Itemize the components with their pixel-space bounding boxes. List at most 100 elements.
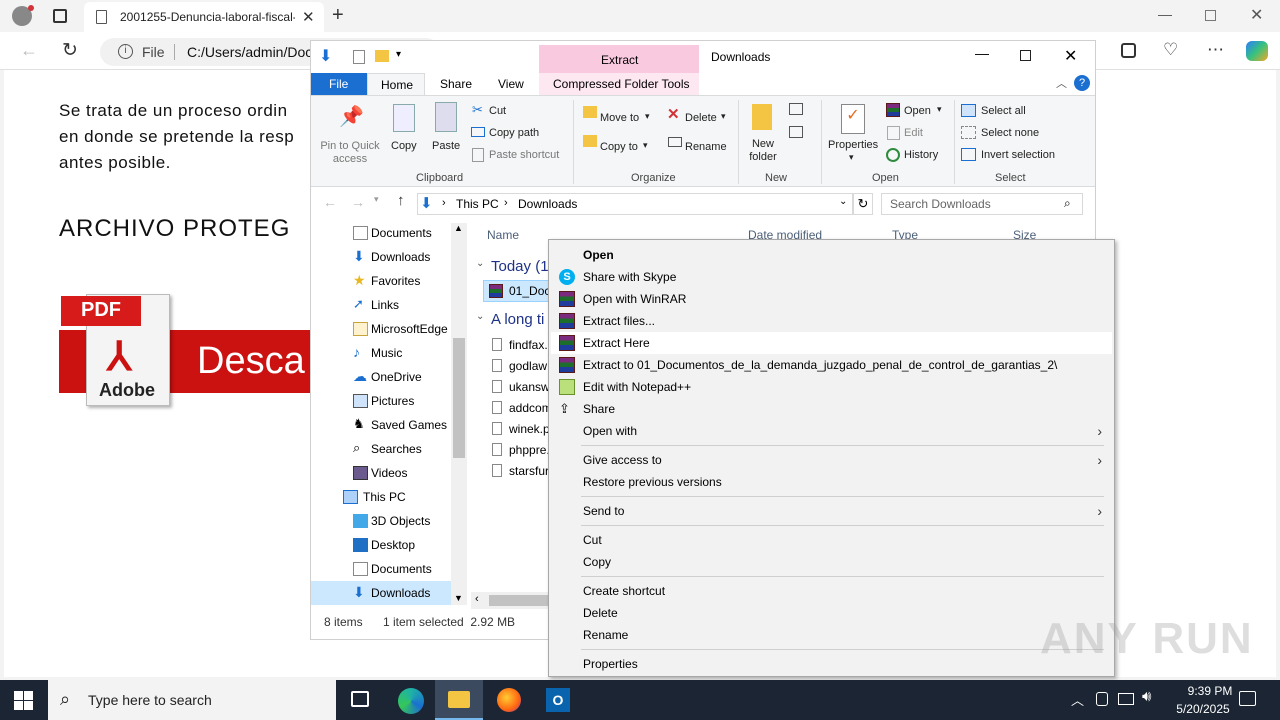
group-today[interactable]: Today (1 (491, 258, 549, 275)
search-downloads-input[interactable]: Search Downloads ⌕ (881, 193, 1083, 215)
group-collapse-icon[interactable]: ⌄ (476, 258, 484, 269)
path-dropdown-icon[interactable]: ⌄ (839, 196, 847, 207)
refresh-icon[interactable]: ↻ (62, 39, 78, 62)
menu-item-open-with[interactable]: Open with › (551, 420, 1112, 442)
nav-item-favorites[interactable]: ★ Favorites (311, 269, 451, 293)
menu-item-copy[interactable]: Copy (551, 551, 1112, 573)
file-row[interactable]: ukansw (489, 377, 550, 398)
close-tab-icon[interactable]: ✕ (302, 8, 315, 26)
menu-item-share-with-skype[interactable]: S Share with Skype (551, 266, 1112, 288)
nav-item-documents[interactable]: Documents (311, 221, 451, 245)
more-options-icon[interactable]: ⋯ (1207, 40, 1224, 60)
select-all-button[interactable]: Select all (981, 105, 1026, 117)
menu-item-open-with-winrar[interactable]: Open with WinRAR (551, 288, 1112, 310)
cut-button[interactable]: Cut (489, 105, 506, 117)
ribbon-collapse-icon[interactable]: ︿ (1056, 75, 1067, 91)
menu-item-rename[interactable]: Rename (551, 624, 1112, 646)
explorer-minimize-icon[interactable]: — (975, 45, 989, 61)
file-row[interactable]: phppre. (489, 440, 550, 461)
properties-dropdown-icon[interactable]: ▾ (849, 152, 854, 163)
nav-item-links[interactable]: ➚ Links (311, 293, 451, 317)
nav-item-microsoftedge[interactable]: MicrosoftEdge (311, 317, 451, 341)
taskbar-search-box[interactable]: ⌕ Type here to search (48, 680, 336, 720)
tab-file[interactable]: File (311, 73, 367, 95)
nav-item-downloads-pc[interactable]: ⬇ Downloads (311, 581, 451, 605)
file-row[interactable]: addcom (489, 398, 552, 419)
scroll-thumb[interactable] (453, 338, 465, 458)
help-icon[interactable]: ? (1074, 75, 1090, 91)
firefox-taskbar-icon[interactable] (497, 688, 521, 712)
paste-button[interactable]: Paste (432, 140, 460, 152)
copy-button[interactable]: Copy (391, 140, 417, 152)
new-tab-icon[interactable]: + (332, 4, 344, 27)
nav-scrollbar[interactable]: ▲ ▼ (451, 223, 467, 605)
open-button[interactable]: Open (904, 105, 931, 117)
edit-button[interactable]: Edit (904, 127, 923, 139)
path-refresh-icon[interactable]: ↻ (853, 193, 873, 215)
task-view-icon[interactable] (351, 691, 369, 707)
menu-item-open[interactable]: Open (551, 244, 1112, 266)
menu-item-create-shortcut[interactable]: Create shortcut (551, 580, 1112, 602)
menu-item-restore-previous-versions[interactable]: Restore previous versions (551, 471, 1112, 493)
close-window-icon[interactable]: ✕ (1250, 5, 1263, 25)
file-row[interactable]: starsfur (489, 461, 549, 482)
move-to-dropdown-icon[interactable]: ▾ (645, 111, 650, 122)
menu-item-extract-files[interactable]: Extract files... (551, 310, 1112, 332)
open-dropdown-icon[interactable]: ▾ (937, 104, 942, 115)
collections-icon[interactable] (1121, 43, 1136, 58)
explorer-close-icon[interactable]: ✕ (1064, 46, 1077, 66)
network-icon[interactable] (1118, 693, 1134, 705)
select-none-button[interactable]: Select none (981, 127, 1039, 139)
back-icon[interactable]: ← (323, 194, 337, 210)
menu-item-properties[interactable]: Properties (551, 653, 1112, 675)
menu-item-edit-with-notepad[interactable]: Edit with Notepad++ (551, 376, 1112, 398)
copy-to-dropdown-icon[interactable]: ▾ (643, 140, 648, 151)
properties-qat-icon[interactable] (353, 50, 365, 64)
copy-path-button[interactable]: Copy path (489, 127, 539, 139)
restore-icon[interactable] (1205, 10, 1216, 21)
edge-taskbar-icon[interactable] (398, 688, 424, 714)
new-item-icon[interactable] (789, 103, 803, 115)
tab-compressed-folder-tools[interactable]: Compressed Folder Tools (539, 73, 699, 95)
qat-dropdown-icon[interactable]: ▾ (396, 49, 401, 60)
new-folder-button[interactable]: New folder (749, 138, 777, 164)
column-name[interactable]: Name (487, 228, 519, 242)
start-button[interactable] (14, 691, 33, 710)
folder-qat-icon[interactable] (375, 50, 389, 62)
file-row-selected[interactable]: 01_Doc (483, 280, 550, 302)
pdf-download-banner[interactable]: PDF ⅄ Adobe Desca (59, 290, 310, 406)
file-row[interactable]: winek.p (489, 419, 550, 440)
menu-item-extract-to[interactable]: Extract to 01_Documentos_de_la_demanda_j… (551, 354, 1112, 376)
address-path-bar[interactable]: ⬇ › This PC › Downloads ⌄ (417, 193, 853, 215)
nav-item-downloads[interactable]: ⬇ Downloads (311, 245, 451, 269)
scroll-left-icon[interactable]: ‹ (475, 593, 479, 605)
menu-item-delete[interactable]: Delete (551, 602, 1112, 624)
copilot-icon[interactable] (1246, 41, 1268, 61)
back-icon[interactable]: ← (20, 40, 38, 61)
history-button[interactable]: History (904, 149, 938, 161)
path-downloads[interactable]: Downloads (518, 197, 577, 211)
rename-button[interactable]: Rename (685, 141, 727, 153)
notifications-icon[interactable] (1239, 691, 1256, 706)
browser-essentials-icon[interactable]: ♡ (1163, 40, 1178, 60)
file-explorer-taskbar-button[interactable] (435, 680, 483, 720)
recent-locations-icon[interactable]: ▾ (374, 194, 379, 205)
minimize-icon[interactable]: — (1158, 6, 1172, 22)
menu-item-give-access-to[interactable]: Give access to › (551, 449, 1112, 471)
file-row[interactable]: godlaw (489, 356, 549, 377)
nav-item-searches[interactable]: ⌕ Searches (311, 437, 451, 461)
nav-item-music[interactable]: ♪ Music (311, 341, 451, 365)
menu-item-share[interactable]: ⇪ Share (551, 398, 1112, 420)
menu-item-send-to[interactable]: Send to › (551, 500, 1112, 522)
explorer-maximize-icon[interactable] (1020, 50, 1031, 61)
invert-selection-button[interactable]: Invert selection (981, 149, 1055, 161)
copy-to-button[interactable]: Copy to (600, 141, 638, 153)
delete-button[interactable]: Delete (685, 112, 717, 124)
tab-view[interactable]: View (498, 77, 524, 91)
up-icon[interactable]: ↑ (397, 192, 405, 209)
group-collapse-icon[interactable]: ⌄ (476, 311, 484, 322)
path-this-pc[interactable]: This PC (456, 197, 499, 211)
properties-button[interactable]: Properties (828, 139, 878, 151)
pin-quick-access-button[interactable]: Pin to Quick access (318, 140, 382, 166)
nav-item-videos[interactable]: Videos (311, 461, 451, 485)
